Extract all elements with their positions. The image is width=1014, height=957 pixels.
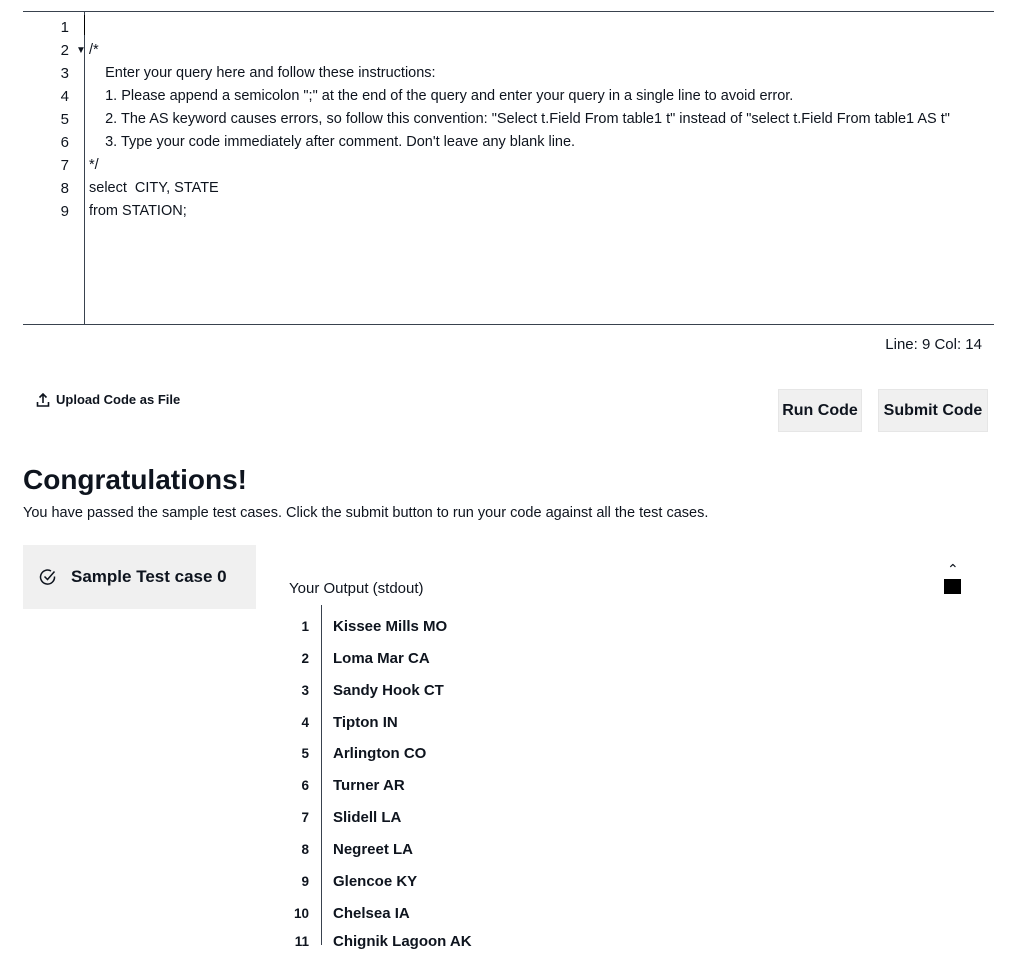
run-code-button[interactable]: Run Code bbox=[778, 389, 862, 432]
code-area[interactable]: /* Enter your query here and follow thes… bbox=[89, 12, 994, 324]
output-row: 9 Glencoe KY bbox=[289, 865, 789, 897]
output-row: 7 Slidell LA bbox=[289, 801, 789, 833]
check-circle-icon bbox=[39, 569, 56, 585]
cursor-position-status: Line: 9 Col: 14 bbox=[885, 336, 982, 353]
output-line-number: 5 bbox=[301, 746, 309, 761]
output-row: 3 Sandy Hook CT bbox=[289, 674, 789, 706]
code-line: Enter your query here and follow these i… bbox=[89, 65, 436, 81]
submit-code-button[interactable]: Submit Code bbox=[878, 389, 988, 432]
line-number-gutter: 1 2 3 4 5 6 7 8 9 ▼ bbox=[23, 12, 86, 324]
line-number: 6 bbox=[60, 134, 69, 151]
line-number: 3 bbox=[60, 65, 69, 82]
result-message: You have passed the sample test cases. C… bbox=[23, 505, 709, 521]
output-line-number: 10 bbox=[293, 906, 309, 921]
fold-toggle-icon[interactable]: ▼ bbox=[76, 45, 86, 56]
tab-sample-test-case-0[interactable]: Sample Test case 0 bbox=[23, 545, 256, 609]
output-value: Glencoe KY bbox=[333, 873, 418, 890]
text-cursor bbox=[84, 15, 85, 35]
code-line: from STATION; bbox=[89, 203, 187, 219]
output-label: Your Output (stdout) bbox=[289, 580, 424, 597]
output-value: Slidell LA bbox=[333, 809, 402, 826]
output-line-number: 4 bbox=[301, 715, 309, 730]
output-row: 6 Turner AR bbox=[289, 769, 789, 801]
testcase-label: Sample Test case 0 bbox=[71, 567, 227, 586]
output-line-number: 11 bbox=[294, 934, 309, 949]
output-value: Kissee Mills MO bbox=[333, 618, 448, 635]
output-row: 8 Negreet LA bbox=[289, 833, 789, 865]
output-value: Sandy Hook CT bbox=[333, 682, 444, 699]
chevron-up-icon[interactable]: ⌃ bbox=[944, 562, 962, 595]
line-number: 1 bbox=[60, 19, 69, 36]
output-line-number: 9 bbox=[301, 874, 309, 889]
upload-label: Upload Code as File bbox=[56, 392, 181, 407]
output-line-number: 6 bbox=[301, 778, 309, 793]
output-row: 1 Kissee Mills MO bbox=[289, 610, 789, 642]
output-value: Loma Mar CA bbox=[333, 650, 430, 667]
output-line-number: 2 bbox=[301, 651, 309, 666]
code-line: */ bbox=[89, 157, 99, 173]
output-value: Chelsea IA bbox=[333, 905, 410, 922]
output-value: Arlington CO bbox=[333, 745, 427, 762]
code-line: 1. Please append a semicolon ";" at the … bbox=[89, 88, 794, 104]
output-value: Negreet LA bbox=[333, 841, 414, 858]
output-row: 5 Arlington CO bbox=[289, 737, 789, 769]
output-row: 2 Loma Mar CA bbox=[289, 642, 789, 674]
output-row: 11 Chignik Lagoon AK bbox=[289, 925, 789, 957]
code-line: /* bbox=[89, 42, 99, 58]
upload-icon bbox=[36, 392, 50, 407]
output-value: Chignik Lagoon AK bbox=[333, 933, 472, 950]
output-row: 4 Tipton IN bbox=[289, 706, 789, 738]
line-number: 8 bbox=[60, 180, 69, 197]
code-line: 3. Type your code immediately after comm… bbox=[89, 134, 576, 150]
upload-code-button[interactable]: Upload Code as File bbox=[36, 392, 180, 407]
line-number: 7 bbox=[60, 157, 69, 174]
line-number: 2 bbox=[60, 42, 69, 59]
code-line: select CITY, STATE bbox=[89, 180, 219, 196]
output-line-number: 3 bbox=[301, 683, 309, 698]
line-number: 4 bbox=[60, 88, 69, 105]
output-line-number: 7 bbox=[301, 810, 309, 825]
output-line-number: 8 bbox=[301, 842, 309, 857]
code-line: 2. The AS keyword causes errors, so foll… bbox=[89, 111, 950, 127]
output-value: Turner AR bbox=[333, 777, 405, 794]
line-number: 5 bbox=[60, 111, 69, 128]
line-number: 9 bbox=[60, 203, 69, 220]
code-editor[interactable]: 1 2 3 4 5 6 7 8 9 ▼ /* Enter your query … bbox=[23, 11, 994, 325]
result-title: Congratulations! bbox=[23, 464, 247, 495]
output-value: Tipton IN bbox=[333, 714, 398, 731]
output-line-number: 1 bbox=[301, 619, 309, 634]
